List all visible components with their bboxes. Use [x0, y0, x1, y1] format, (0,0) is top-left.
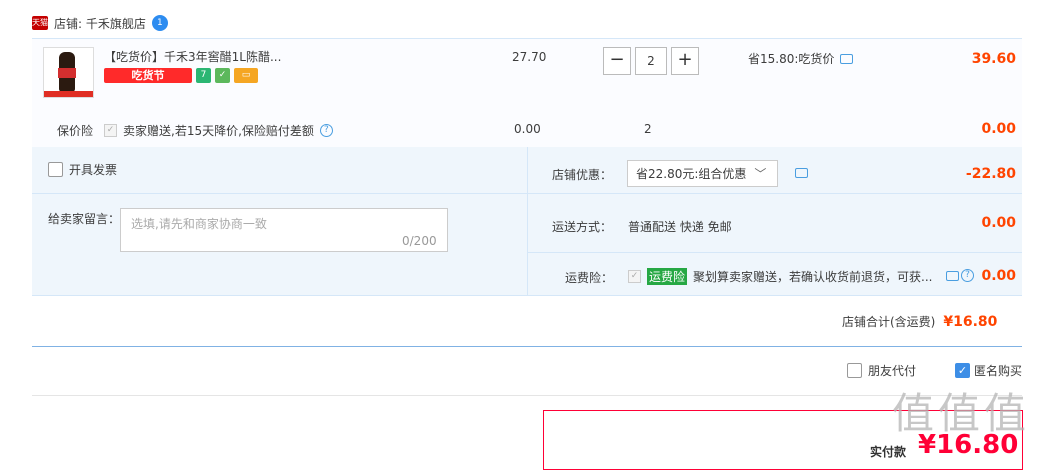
seven-day-return-icon: 7 [196, 68, 211, 83]
store-header: 天猫 店铺: 千禾旗舰店 1 [32, 12, 168, 34]
friend-pay-checkbox[interactable] [847, 363, 862, 378]
shipping-insurance-checkbox: ✓ [628, 270, 641, 283]
tmall-icon: 天猫 [32, 16, 48, 30]
item-title[interactable]: 【吃货价】千禾3年窖醋1L陈醋... [104, 48, 281, 65]
insurance-desc: 卖家赠送,若15天降价,保险赔付差额 [123, 124, 314, 138]
invoice-option[interactable]: 开具发票 [48, 161, 117, 178]
invoice-label: 开具发票 [69, 163, 118, 177]
divider [528, 252, 1022, 253]
insurance-checkbox: ✓ [104, 124, 117, 137]
store-total-label: 店铺合计(含运费) [842, 315, 936, 329]
coupon-value: -22.80 [965, 166, 1016, 182]
memo-char-count: 0/200 [402, 234, 437, 248]
invoice-checkbox[interactable] [48, 162, 63, 177]
insurance-price: 0.00 [514, 122, 541, 136]
help-icon[interactable]: ? [319, 124, 333, 137]
decrease-button[interactable]: − [603, 47, 631, 75]
memo-placeholder: 选填,请先和商家协商一致 [131, 217, 267, 231]
divider [527, 147, 528, 295]
store-name[interactable]: 店铺: 千禾旗舰店 [54, 15, 146, 32]
store-total-value: ¥16.80 [943, 313, 998, 330]
comment-icon[interactable] [840, 53, 854, 64]
increase-button[interactable]: + [671, 47, 699, 75]
card-pay-icon: ▭ [234, 68, 258, 83]
divider [32, 395, 1022, 396]
coupon-selected: 省22.80元:组合优惠 [636, 167, 747, 181]
anonymous-option[interactable]: ✓ 匿名购买 [955, 362, 1022, 379]
divider [528, 193, 1022, 194]
payment-label: 实付款 [870, 445, 907, 459]
certified-icon: ✓ [215, 68, 230, 83]
shipping-insurance-value: 0.00 [981, 268, 1016, 284]
friend-pay-option[interactable]: 朋友代付 [847, 362, 916, 379]
shipping-label: 运送方式： [552, 220, 613, 234]
shipping-insurance-label: 运费险： [565, 271, 614, 285]
divider [32, 193, 527, 194]
wangwang-chat-icon[interactable]: 1 [151, 15, 168, 31]
coupon-select[interactable]: 省22.80元:组合优惠 ﹀ [627, 160, 778, 187]
item-total: 39.60 [971, 51, 1016, 67]
divider [32, 346, 1022, 348]
saving-text: 省15.80:吃货价 [748, 52, 835, 66]
comment-icon[interactable] [795, 168, 808, 178]
help-icon[interactable]: ? [961, 269, 974, 282]
shipping-insurance-tag: 运费险 [647, 268, 688, 285]
product-thumbnail[interactable] [43, 47, 94, 98]
chevron-down-icon: ﹀ [754, 167, 767, 181]
watermark: 值值值 [892, 389, 1031, 438]
unit-price: 27.70 [512, 50, 547, 64]
shipping-value: 0.00 [981, 215, 1016, 231]
promo-badge: 吃货节 [104, 68, 192, 83]
memo-label: 给卖家留言： [48, 212, 121, 226]
shipping-insurance-group: ✓ 运费险 聚划算卖家赠送，若确认收货前退货，可获... [628, 268, 932, 285]
quantity-input[interactable]: 2 [635, 47, 667, 75]
friend-pay-label: 朋友代付 [868, 364, 917, 378]
store-total: 店铺合计(含运费) ¥16.80 [842, 313, 997, 330]
anonymous-label: 匿名购买 [974, 364, 1023, 378]
comment-icon[interactable] [946, 271, 959, 281]
coupon-label: 店铺优惠： [552, 168, 613, 182]
shipping-insurance-desc: 聚划算卖家赠送，若确认收货前退货，可获... [693, 270, 933, 284]
quantity-stepper: − 2 + [603, 47, 699, 75]
shipping-method: 普通配送 快递 免邮 [628, 220, 732, 234]
insurance-total: 0.00 [981, 121, 1016, 137]
saving-info: 省15.80:吃货价 [748, 50, 854, 67]
anonymous-checkbox[interactable]: ✓ [955, 363, 970, 378]
insurance-desc-group: ✓ 卖家赠送,若15天降价,保险赔付差额 ? [104, 122, 333, 139]
insurance-qty: 2 [644, 122, 652, 136]
insurance-label: 保价险 [57, 124, 94, 138]
